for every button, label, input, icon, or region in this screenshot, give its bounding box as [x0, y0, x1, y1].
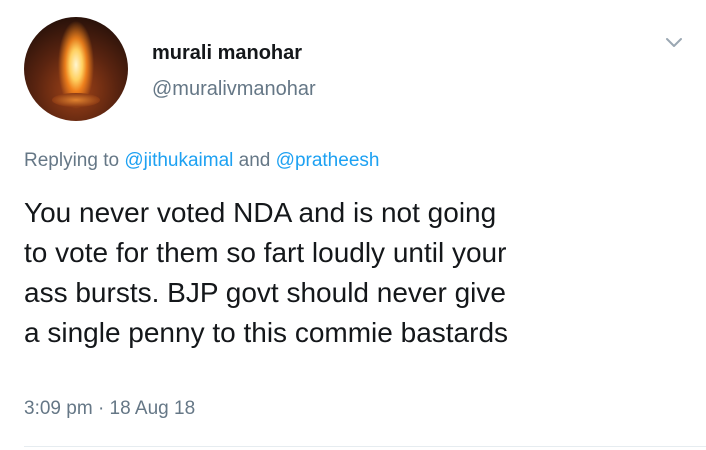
chevron-down-icon[interactable] [664, 36, 684, 50]
user-handle[interactable]: @muralivmanohar [152, 78, 316, 101]
tweet-date: 18 Aug 18 [109, 398, 196, 419]
tweet-line: ass bursts. BJP govt should never give [24, 277, 506, 308]
reply-context: Replying to @jithukaimal and @pratheesh [24, 150, 379, 172]
tweet-time: 3:09 pm [24, 398, 93, 419]
display-name[interactable]: murali manohar [152, 42, 302, 65]
mention-pratheesh[interactable]: @pratheesh [276, 150, 380, 171]
tweet-card: murali manohar @muralivmanohar Replying … [0, 0, 706, 450]
divider [24, 446, 706, 447]
mention-jithukaimal[interactable]: @jithukaimal [124, 150, 233, 171]
tweet-line: You never voted NDA and is not going [24, 197, 497, 228]
reply-conjunction: and [238, 150, 271, 171]
avatar[interactable] [24, 17, 128, 121]
meta-separator: · [97, 398, 105, 419]
tweet-line: a single penny to this commie bastards [24, 317, 509, 348]
tweet-timestamp[interactable]: 3:09 pm · 18 Aug 18 [24, 398, 195, 420]
tweet-line: to vote for them so fart loudly until yo… [24, 237, 507, 268]
reply-prefix: Replying to [24, 150, 120, 171]
lamp-base [52, 93, 100, 107]
tweet-text: You never voted NDA and is not going to … [24, 193, 700, 353]
